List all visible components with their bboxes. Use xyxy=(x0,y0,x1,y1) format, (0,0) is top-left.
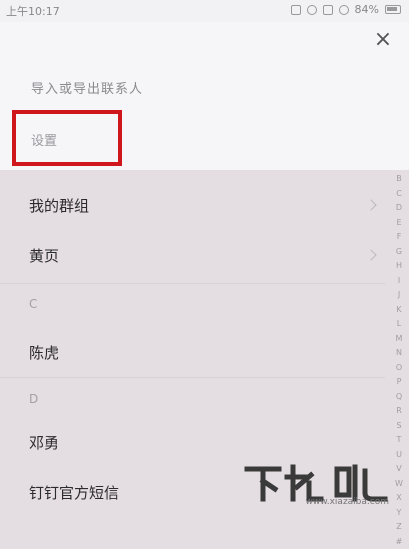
signal-icon xyxy=(323,5,333,15)
index-letter[interactable]: O xyxy=(396,361,402,376)
index-letter[interactable]: Q xyxy=(396,390,402,405)
divider xyxy=(0,283,385,284)
index-letter[interactable]: L xyxy=(397,317,401,332)
status-bar: 上午10:17 84% xyxy=(0,0,409,22)
index-letter[interactable]: S xyxy=(396,419,401,434)
close-icon[interactable]: × xyxy=(373,30,393,50)
index-letter[interactable]: G xyxy=(396,245,402,260)
index-letter[interactable]: M xyxy=(396,332,403,347)
highlight-box xyxy=(12,110,122,166)
contact-row[interactable]: 陈虎 xyxy=(0,342,385,366)
index-letter[interactable]: # xyxy=(396,535,403,549)
clock-icon xyxy=(307,5,317,15)
index-letter[interactable]: P xyxy=(397,375,402,390)
index-letter[interactable]: I xyxy=(398,274,400,289)
index-letter[interactable]: V xyxy=(396,462,401,477)
list-item-label: 我的群组 xyxy=(29,195,89,216)
index-letter[interactable]: J xyxy=(398,288,400,303)
chevron-right-icon xyxy=(365,199,376,210)
contact-row[interactable]: 邓勇 xyxy=(0,432,385,456)
battery-percent: 84% xyxy=(355,3,379,16)
divider xyxy=(0,377,385,378)
index-letter[interactable]: X xyxy=(396,491,401,506)
menu-item-import-export[interactable]: 导入或导出联系人 xyxy=(31,78,143,97)
index-letter[interactable]: N xyxy=(396,346,402,361)
status-time: 上午10:17 xyxy=(6,3,60,19)
index-letter[interactable]: D xyxy=(396,201,402,216)
index-letter[interactable]: C xyxy=(396,187,402,202)
contact-name: 邓勇 xyxy=(29,432,59,453)
index-letter[interactable]: H xyxy=(396,259,402,274)
index-letter[interactable]: F xyxy=(397,230,402,245)
chevron-right-icon xyxy=(365,249,376,260)
index-letter[interactable]: B xyxy=(396,172,402,187)
wifi-icon xyxy=(339,5,349,15)
watermark-url: www.xiazaiba.com xyxy=(305,497,389,507)
index-letter[interactable]: Z xyxy=(396,520,401,535)
list-item-my-groups[interactable]: 我的群组 xyxy=(0,195,385,219)
watermark-logo: www.xiazaiba.com xyxy=(237,459,397,507)
contact-name: 陈虎 xyxy=(29,342,59,363)
index-letter[interactable]: Y xyxy=(397,506,402,521)
section-header-d: D xyxy=(29,392,38,406)
contact-name: 钉钉官方短信 xyxy=(29,482,119,503)
section-header-c: C xyxy=(29,297,37,311)
list-item-yellow-pages[interactable]: 黄页 xyxy=(0,245,385,269)
index-letter[interactable]: T xyxy=(397,433,402,448)
list-item-label: 黄页 xyxy=(29,245,59,266)
index-letter[interactable]: R xyxy=(396,404,402,419)
alarm-icon xyxy=(291,5,301,15)
index-letter[interactable]: E xyxy=(396,216,401,231)
battery-icon xyxy=(385,5,401,14)
index-letter[interactable]: K xyxy=(396,303,401,318)
